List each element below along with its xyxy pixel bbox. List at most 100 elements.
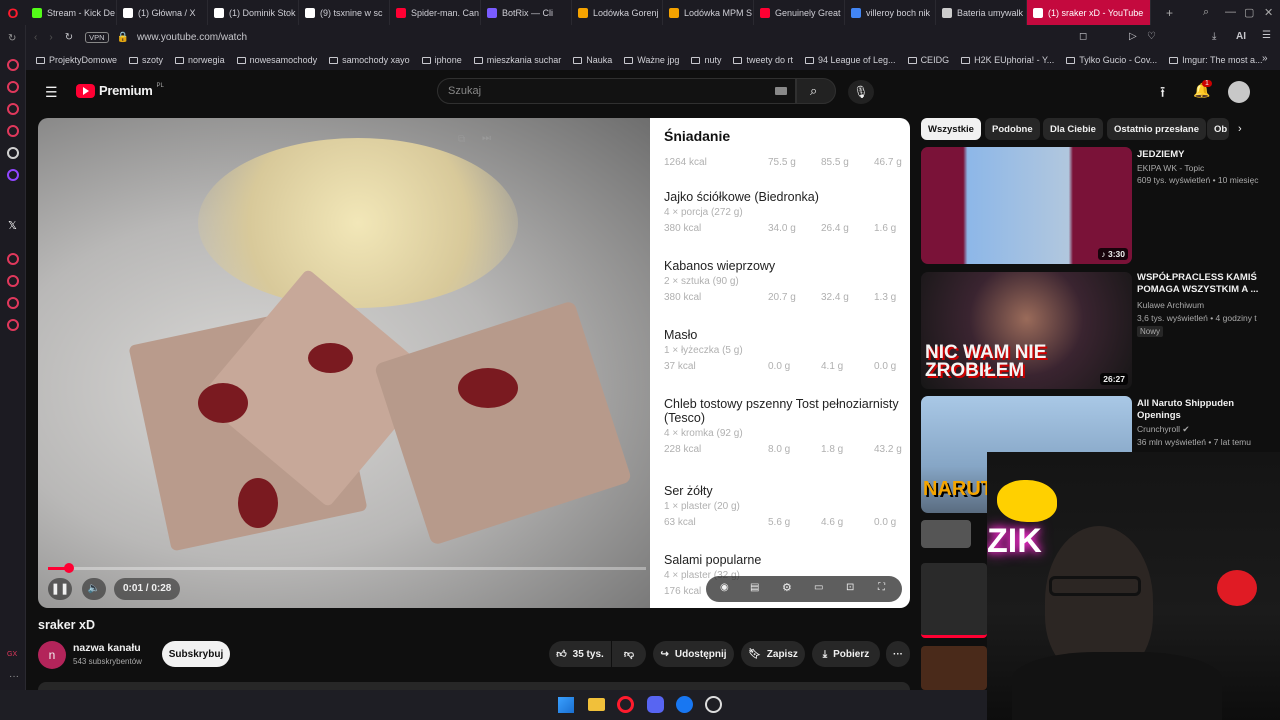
sidebar-app-icon[interactable] xyxy=(7,253,19,265)
twitch-icon[interactable] xyxy=(7,169,19,181)
subscribe-button[interactable]: Subskrybuj xyxy=(162,641,230,667)
sidebar-app-icon[interactable] xyxy=(7,297,19,309)
search-button[interactable]: ⌕ xyxy=(796,78,836,104)
browser-tab[interactable]: BotRix — Cli xyxy=(481,0,572,25)
autoplay-toggle-icon[interactable]: ◉ xyxy=(720,582,729,593)
rec-channel[interactable]: EKIPA WK - Topic xyxy=(1137,163,1204,174)
progress-bar[interactable] xyxy=(48,567,646,570)
settings-gear-icon[interactable]: ⚙ xyxy=(782,581,792,594)
vpn-badge[interactable]: VPN xyxy=(85,32,109,43)
opera-gx-icon[interactable] xyxy=(617,696,634,713)
sidebar-app-icon[interactable] xyxy=(7,275,19,287)
sidebar-app-icon[interactable] xyxy=(7,103,19,115)
browser-tab[interactable]: Bateria umywalk xyxy=(936,0,1027,25)
rec-title[interactable]: JEDZIEMY xyxy=(1137,149,1277,161)
gx-icon[interactable]: GX xyxy=(7,651,17,658)
forward-icon[interactable]: › xyxy=(49,32,52,43)
rec-title[interactable]: WSPÓŁPRACLESS KAMIŚ POMAGA WSZYSTKIM A .… xyxy=(1137,272,1277,296)
bookmark-page-icon[interactable]: ◻ xyxy=(1079,31,1087,42)
rec-channel[interactable]: Crunchyroll ✔ xyxy=(1137,424,1190,435)
browser-tab[interactable]: Spider-man. Can xyxy=(390,0,481,25)
fullscreen-icon[interactable]: ⛶ xyxy=(878,582,885,593)
bookmark-item[interactable]: tweety do rt xyxy=(727,55,799,65)
filter-chip[interactable]: Dla Ciebie xyxy=(1043,118,1103,140)
upload-icon[interactable]: ⭱ xyxy=(1160,82,1165,107)
play-icon[interactable]: ▷ xyxy=(1129,31,1137,42)
channel-name[interactable]: nazwa kanału xyxy=(73,642,141,654)
account-avatar[interactable] xyxy=(1228,81,1250,103)
heart-icon[interactable]: ♡ xyxy=(1147,31,1156,42)
settings-icon[interactable] xyxy=(7,319,19,331)
youtube-premium-logo[interactable]: Premium PL xyxy=(76,83,164,98)
chatgpt-icon[interactable] xyxy=(7,147,19,159)
browser-tab[interactable]: (9) tsxnine w sc xyxy=(299,0,390,25)
channel-avatar[interactable]: n xyxy=(38,641,66,669)
chrome-icon[interactable] xyxy=(705,696,722,713)
browser-tab[interactable]: Lodówka MPM S xyxy=(663,0,754,25)
guide-menu-icon[interactable]: ☰ xyxy=(45,84,58,101)
miniplayer-icon[interactable]: ⧉ xyxy=(458,134,465,145)
bookmark-item[interactable]: mieszkania suchar xyxy=(468,55,568,65)
search-input[interactable]: Szukaj xyxy=(437,78,796,104)
video-thumbnail[interactable] xyxy=(921,563,987,638)
bookmark-item[interactable]: Ważne jpg xyxy=(618,55,685,65)
video-thumbnail[interactable] xyxy=(921,646,987,690)
reload-icon[interactable]: ↻ xyxy=(65,32,73,43)
keyboard-icon[interactable] xyxy=(775,87,787,95)
reload-sidebar-icon[interactable]: ↻ xyxy=(8,33,16,44)
video-thumbnail[interactable]: NIC WAM NIE ZROBIŁEM 26:27 xyxy=(921,272,1132,389)
share-button[interactable]: ↪ Udostępnij xyxy=(653,641,734,667)
voice-search-button[interactable]: 🎙 xyxy=(848,80,874,104)
filter-chip[interactable]: Wszystkie xyxy=(921,118,981,140)
next-icon[interactable]: ⏭ xyxy=(482,133,491,144)
ai-button[interactable]: AI xyxy=(1236,31,1246,42)
description-box[interactable] xyxy=(38,682,910,690)
bookmark-item[interactable]: CEIDG xyxy=(902,55,956,65)
pause-button[interactable]: ❚❚ xyxy=(48,578,72,600)
save-button[interactable]: 🔖︎ Zapisz xyxy=(741,641,805,667)
more-icon[interactable]: ··· xyxy=(9,671,19,682)
bookmark-item[interactable]: 94 League of Leg... xyxy=(799,55,902,65)
video-player[interactable]: ⧉ ⏭ Śniadanie 1264 kcal 75.5 g 85.5 g 46… xyxy=(38,118,910,608)
browser-tab[interactable]: villeroy boch nik xyxy=(845,0,936,25)
sidebar-app-icon[interactable] xyxy=(7,125,19,137)
filter-chip[interactable]: Podobne xyxy=(985,118,1040,140)
x-icon[interactable]: 𝕏 xyxy=(8,219,17,232)
bookmark-item[interactable]: ProjektyDomowe xyxy=(30,55,123,65)
search-tabs-icon[interactable]: ⌕ xyxy=(1203,6,1209,19)
video-thumbnail[interactable]: ♪ 3:30 xyxy=(921,147,1132,264)
bookmark-item[interactable]: iphone xyxy=(416,55,468,65)
video-thumbnail[interactable] xyxy=(921,520,971,548)
more-actions-button[interactable]: ··· xyxy=(886,641,910,667)
back-icon[interactable]: ‹ xyxy=(34,32,37,43)
browser-tab[interactable]: Stream - Kick De xyxy=(26,0,117,25)
rec-title[interactable]: All Naruto Shippuden Openings xyxy=(1137,398,1277,422)
download-button[interactable]: ⤓ Pobierz xyxy=(812,641,880,667)
filter-chip[interactable]: Ob xyxy=(1207,118,1229,140)
browser-tab[interactable]: Lodówka Gorenj xyxy=(572,0,663,25)
minimize-icon[interactable]: — xyxy=(1225,6,1236,18)
bookmark-item[interactable]: nowesamochody xyxy=(231,55,324,65)
bookmark-item[interactable]: Imgur: The most a... xyxy=(1163,55,1268,65)
close-window-icon[interactable]: ✕ xyxy=(1264,6,1273,19)
miniplayer-icon[interactable]: ▭ xyxy=(814,582,823,593)
browser-tab[interactable]: (1) Główna / X xyxy=(117,0,208,25)
bookmark-item[interactable]: szoty xyxy=(123,55,169,65)
sidebar-app-icon[interactable] xyxy=(7,59,19,71)
filter-chip[interactable]: Ostatnio przesłane xyxy=(1107,118,1206,140)
maximize-icon[interactable]: ▢ xyxy=(1244,6,1254,19)
bookmark-item[interactable]: H2K EUphoria! - Y... xyxy=(955,55,1060,65)
like-button[interactable]: 👍︎ 35 tys. xyxy=(549,641,611,667)
windows-start-icon[interactable] xyxy=(558,697,574,713)
new-tab-plus-icon[interactable]: + xyxy=(1166,6,1173,20)
discord-icon[interactable] xyxy=(647,696,664,713)
url-field[interactable]: www.youtube.com/watch xyxy=(137,32,247,43)
download-icon[interactable]: ⤓ xyxy=(1212,31,1216,42)
bookmarks-overflow-icon[interactable]: » xyxy=(1262,53,1268,64)
dislike-button[interactable]: 👎︎ xyxy=(612,641,646,667)
sidebar-app-icon[interactable] xyxy=(7,81,19,93)
subtitles-icon[interactable]: ▤ xyxy=(750,582,759,593)
browser-tab[interactable]: Genuinely Great xyxy=(754,0,845,25)
bookmark-item[interactable]: samochody xayo xyxy=(323,55,416,65)
browser-tab[interactable]: (1) sraker xD - YouTube xyxy=(1027,0,1151,25)
